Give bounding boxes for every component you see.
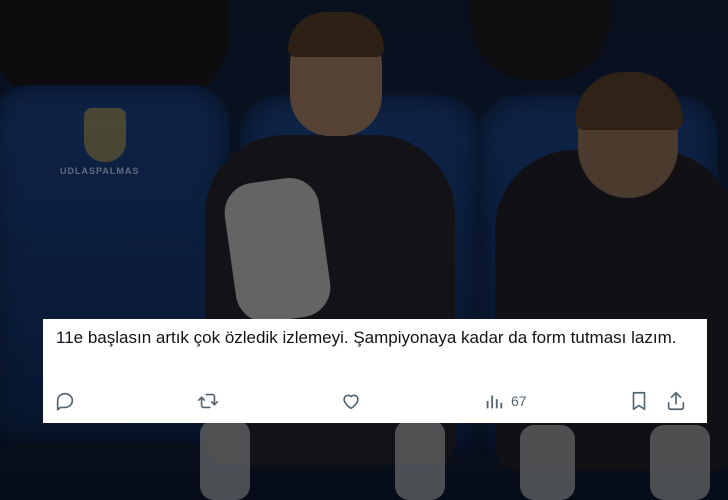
like-button[interactable]	[340, 386, 362, 416]
tweet-actions: 67	[43, 386, 707, 416]
views-button[interactable]: 67	[483, 386, 527, 416]
dark-overlay	[0, 0, 728, 500]
views-count: 67	[511, 393, 527, 409]
share-button[interactable]	[665, 386, 687, 416]
retweet-button[interactable]	[197, 386, 219, 416]
tweet-card: 11e başlasın artık çok özledik izlemeyi.…	[43, 319, 707, 423]
tweet-text: 11e başlasın artık çok özledik izlemeyi.…	[56, 328, 677, 347]
heart-icon	[343, 394, 359, 410]
background-photo: UDLASPALMAS	[0, 0, 728, 500]
retweet-icon	[198, 393, 218, 409]
views-icon	[486, 395, 503, 409]
reply-icon	[56, 392, 74, 411]
bookmark-icon	[632, 391, 646, 411]
bookmark-button[interactable]	[628, 386, 650, 416]
share-icon	[667, 391, 685, 411]
reply-button[interactable]	[54, 386, 76, 416]
